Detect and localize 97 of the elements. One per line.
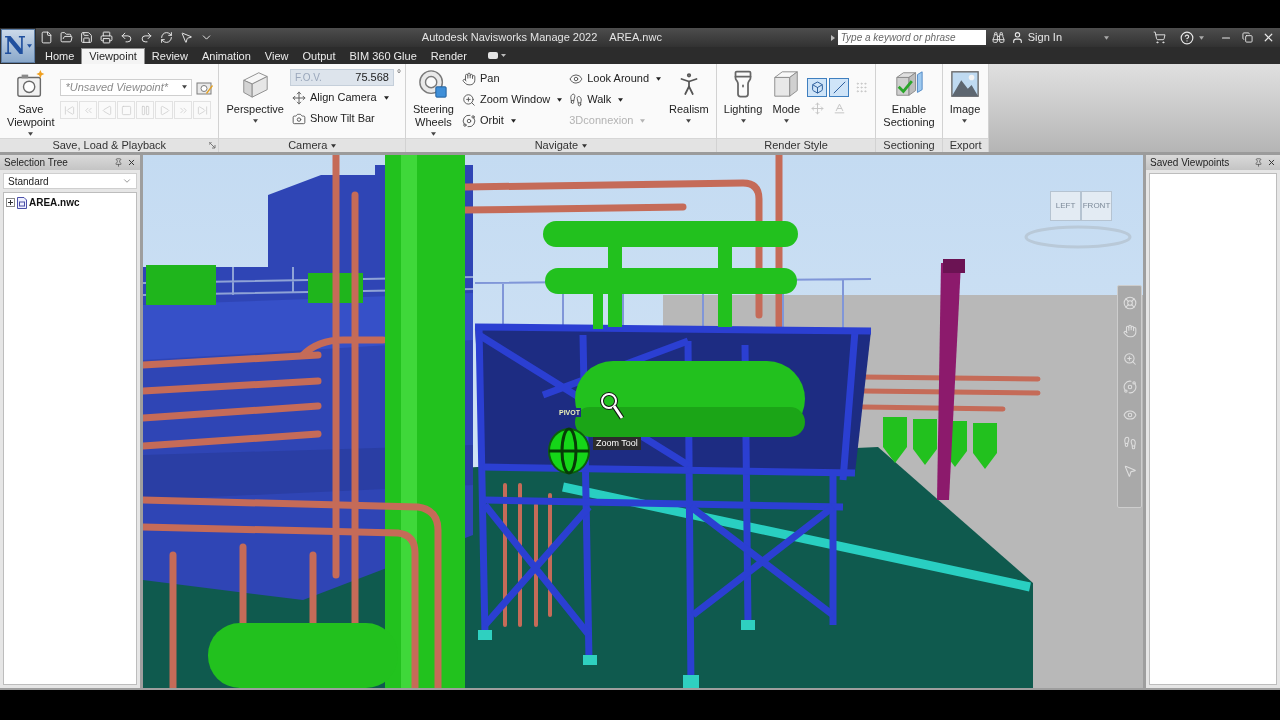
panel-header-title: Selection Tree [4, 156, 69, 170]
file-name: AREA.nwc [609, 30, 662, 46]
large-ribbon-button[interactable]: Lighting [720, 64, 766, 136]
tree-item[interactable]: AREA.nwc [6, 195, 80, 210]
orbit-icon [461, 113, 476, 128]
window-title: Autodesk Navisworks Manage 2022 [421, 30, 598, 46]
chevron-down-icon [122, 176, 132, 186]
document-icon [17, 196, 27, 209]
camera-icon [15, 69, 46, 99]
fov-field[interactable]: F.O.V. 75.568 [289, 69, 394, 86]
pivot-sphere-icon [547, 427, 591, 475]
ribbon-tab[interactable]: Viewpoint [81, 48, 145, 64]
section-box-icon [894, 69, 924, 99]
dots-icon [854, 81, 868, 94]
letter-icon [832, 102, 846, 115]
eye-icon [569, 71, 584, 86]
cart-icon[interactable] [1153, 31, 1166, 44]
move-arrows-icon [291, 90, 306, 105]
steering-wheel-icon [418, 69, 449, 99]
caret-icon [1199, 35, 1204, 40]
ribbon-button[interactable]: Orbit [459, 111, 565, 130]
save-icon[interactable] [80, 31, 93, 44]
printer-icon[interactable] [100, 31, 113, 44]
ribbon-button[interactable]: Zoom Window [459, 90, 565, 109]
large-ribbon-button[interactable]: Realism [666, 64, 712, 136]
panel-title: Sectioning [883, 138, 935, 154]
play-reverse-icon [102, 104, 113, 116]
close-icon[interactable] [127, 158, 136, 167]
file-icon[interactable] [40, 31, 53, 44]
move-arrows-icon [810, 102, 824, 115]
prism-icon [240, 69, 271, 99]
cube-outline-icon [810, 81, 824, 94]
panel-title: Save, Load & Playback [52, 138, 167, 154]
ribbon-button[interactable]: Show Tilt Bar [289, 109, 401, 128]
footprints-icon [569, 92, 584, 107]
application-menu-button[interactable]: N [1, 29, 35, 63]
ribbon-button[interactable]: Walk [567, 90, 664, 109]
hand-icon [461, 71, 476, 86]
ribbon-button[interactable]: Look Around [567, 69, 664, 88]
search-field[interactable]: Type a keyword or phrase [837, 30, 986, 45]
ribbon-tab[interactable]: Review [144, 48, 195, 64]
sign-in-button[interactable]: Sign In [1010, 29, 1062, 46]
help-icon[interactable] [1180, 30, 1194, 45]
landscape-image-icon [949, 69, 980, 99]
camera-icon [291, 111, 306, 126]
panel-title: Export [949, 138, 982, 154]
large-ribbon-button[interactable]: Enable Sectioning [880, 64, 938, 136]
panel-title: Render Style [764, 138, 828, 154]
toggle-button[interactable] [807, 78, 828, 97]
caret-icon [1104, 35, 1109, 40]
toggle-button[interactable] [829, 78, 850, 97]
undo-icon[interactable] [120, 31, 133, 44]
magnifier-cursor-icon [600, 392, 624, 420]
large-ribbon-button[interactable]: Image [946, 64, 984, 136]
expand-icon[interactable] [6, 198, 15, 207]
pause-icon [140, 104, 151, 116]
pin-icon[interactable] [114, 158, 123, 167]
panel-header-title: Saved Viewpoints [1150, 156, 1231, 170]
viewpoint-dropdown[interactable]: *Unsaved Viewpoint* [60, 78, 193, 96]
line-icon [832, 81, 846, 94]
ribbon-tab[interactable]: Output [295, 48, 343, 64]
ribbon-button[interactable]: Align Camera [289, 88, 401, 107]
degree-unit: ° [396, 69, 401, 79]
pointer-icon[interactable] [180, 31, 193, 44]
skip-forward-icon [197, 104, 208, 116]
panel-title: Navigate [534, 138, 579, 154]
panel-toggle-icon[interactable] [487, 52, 506, 60]
tooltip: Zoom Tool [593, 437, 641, 450]
dialog-launcher-icon[interactable] [208, 142, 216, 149]
large-ribbon-button[interactable]: Save Viewpoint [4, 64, 58, 136]
large-ribbon-button[interactable]: Steering Wheels [409, 64, 457, 136]
magnifier-icon [461, 92, 476, 107]
caret-icon [182, 85, 188, 89]
ribbon-tab[interactable]: Render [423, 48, 474, 64]
redo-icon[interactable] [140, 31, 153, 44]
restore-icon[interactable] [1242, 32, 1253, 43]
play-icon [159, 104, 170, 116]
folder-icon[interactable] [60, 31, 73, 44]
large-ribbon-button[interactable]: Perspective [223, 64, 287, 136]
expand-triangle-icon[interactable] [830, 34, 835, 41]
ribbon-tab[interactable]: View [257, 48, 296, 64]
large-ribbon-button[interactable]: Mode [768, 64, 805, 136]
user-icon [1010, 31, 1024, 44]
ribbon-tab[interactable]: Animation [194, 48, 258, 64]
ribbon-button[interactable]: Pan [459, 69, 565, 88]
pin-icon[interactable] [1254, 158, 1263, 167]
stop-icon [121, 104, 132, 116]
ribbon-tab[interactable]: BIM 360 Glue [342, 48, 424, 64]
caret-icon [26, 44, 32, 48]
close-icon[interactable] [1262, 31, 1275, 44]
view-dropdown[interactable]: Standard [3, 173, 137, 189]
skip-back-icon [64, 104, 75, 116]
panel-title: Camera [288, 138, 328, 154]
close-icon[interactable] [1267, 158, 1276, 167]
binoculars-icon[interactable] [991, 31, 1005, 44]
ribbon-tab[interactable]: Home [38, 48, 82, 64]
refresh-icon[interactable] [160, 31, 173, 44]
